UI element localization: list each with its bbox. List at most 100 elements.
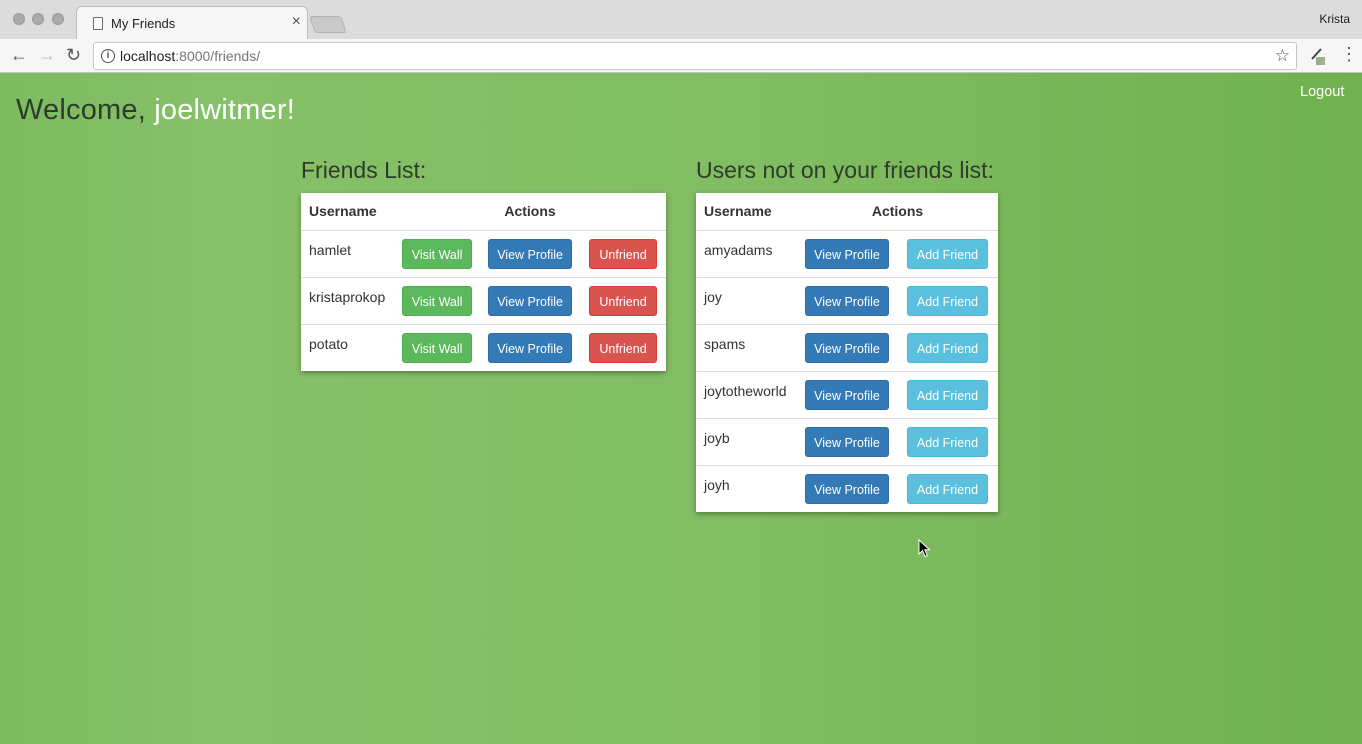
view-profile-button[interactable]: View Profile: [805, 285, 889, 316]
page-content: Logout Welcome, joelwitmer! Friends List…: [0, 73, 1362, 744]
user-username: spams: [704, 335, 746, 352]
address-bar[interactable]: i localhost:8000/friends/ ☆: [93, 42, 1297, 70]
non-friend-row: joyh View Profile Add Friend: [696, 464, 998, 512]
add-friend-button[interactable]: Add Friend: [907, 473, 988, 504]
friend-username: hamlet: [309, 241, 352, 258]
close-tab-icon[interactable]: ×: [292, 13, 301, 31]
browser-toolbar: ← → ↻ i localhost:8000/friends/ ☆ ⋮: [0, 39, 1362, 73]
view-profile-button[interactable]: View Profile: [805, 332, 889, 363]
welcome-username: joelwitmer!: [154, 94, 296, 126]
user-username-cell: joytotheworld: [696, 370, 797, 418]
visit-wall-cell: Visit Wall: [394, 229, 481, 277]
non-friend-row: joytotheworld View Profile Add Friend: [696, 370, 998, 418]
extension-icon[interactable]: [1310, 47, 1326, 65]
visit-wall-cell: Visit Wall: [394, 276, 481, 324]
column-header-username: Username: [301, 193, 395, 231]
new-tab-button[interactable]: [309, 16, 347, 33]
browser-tab[interactable]: My Friends ×: [76, 6, 308, 40]
add-friend-cell: Add Friend: [897, 229, 998, 277]
unfriend-cell: Unfriend: [580, 276, 666, 324]
user-username: amyadams: [704, 241, 773, 258]
user-username-cell: amyadams: [696, 229, 797, 277]
back-arrow-icon[interactable]: ←: [10, 44, 28, 66]
reload-icon[interactable]: ↻: [66, 44, 81, 66]
browser-menu-icon[interactable]: ⋮: [1340, 43, 1358, 65]
view-profile-button[interactable]: View Profile: [805, 379, 889, 410]
unfriend-button[interactable]: Unfriend: [589, 285, 658, 316]
unfriend-button[interactable]: Unfriend: [589, 332, 658, 363]
add-friend-cell: Add Friend: [897, 417, 998, 465]
visit-wall-button[interactable]: Visit Wall: [402, 238, 473, 269]
view-profile-button[interactable]: View Profile: [805, 426, 889, 457]
bookmark-star-icon[interactable]: ☆: [1275, 46, 1290, 66]
add-friend-cell: Add Friend: [897, 464, 998, 512]
friend-username-cell: potato: [301, 323, 395, 371]
unfriend-button[interactable]: Unfriend: [589, 238, 658, 269]
non-friend-row: joyb View Profile Add Friend: [696, 417, 998, 465]
friends-table-body: hamlet Visit Wall View Profile Unfriend kris…: [301, 229, 666, 371]
view-profile-button[interactable]: View Profile: [488, 285, 573, 316]
browser-titlebar: My Friends × Krista: [0, 0, 1362, 40]
view-profile-cell: View Profile: [797, 229, 897, 277]
user-username: joyh: [704, 476, 730, 493]
column-header-actions: Actions: [797, 193, 998, 231]
user-username: joyb: [704, 429, 730, 446]
profile-name[interactable]: Krista: [1319, 12, 1350, 26]
friend-username-cell: kristaprokop: [301, 276, 395, 324]
non-friends-table: Username Actions amyadams View Profile Add…: [696, 193, 998, 512]
view-profile-cell: View Profile: [797, 370, 897, 418]
view-profile-cell: View Profile: [480, 276, 581, 324]
close-window-button[interactable]: [13, 13, 25, 25]
welcome-heading: Welcome, joelwitmer!: [16, 94, 295, 127]
friends-table-header: Username Actions: [301, 193, 666, 231]
info-icon[interactable]: i: [101, 49, 115, 63]
user-username-cell: joy: [696, 276, 797, 324]
view-profile-button[interactable]: View Profile: [805, 473, 889, 504]
friend-row: kristaprokop Visit Wall View Profile Unfrie…: [301, 276, 666, 324]
friend-row: hamlet Visit Wall View Profile Unfriend: [301, 229, 666, 277]
document-icon: [93, 17, 103, 30]
tab-title: My Friends: [111, 16, 176, 31]
view-profile-cell: View Profile: [480, 229, 581, 277]
welcome-prefix: Welcome,: [16, 94, 155, 126]
user-username-cell: joyb: [696, 417, 797, 465]
non-friends-table-panel: Username Actions amyadams View Profile Add…: [696, 193, 998, 512]
view-profile-cell: View Profile: [480, 323, 581, 371]
add-friend-button[interactable]: Add Friend: [907, 238, 988, 269]
user-username-cell: joyh: [696, 464, 797, 512]
mouse-cursor-icon: [918, 539, 931, 558]
minimize-window-button[interactable]: [32, 13, 44, 25]
unfriend-cell: Unfriend: [580, 229, 666, 277]
friend-username-cell: hamlet: [301, 229, 395, 277]
friends-list-title: Friends List:: [301, 157, 427, 183]
logout-link[interactable]: Logout: [1300, 84, 1344, 100]
visit-wall-button[interactable]: Visit Wall: [402, 332, 473, 363]
add-friend-button[interactable]: Add Friend: [907, 426, 988, 457]
add-friend-button[interactable]: Add Friend: [907, 285, 988, 316]
view-profile-button[interactable]: View Profile: [805, 238, 889, 269]
view-profile-cell: View Profile: [797, 323, 897, 371]
add-friend-button[interactable]: Add Friend: [907, 379, 988, 410]
visit-wall-cell: Visit Wall: [394, 323, 481, 371]
user-username: joytotheworld: [704, 382, 787, 399]
non-friends-table-body: amyadams View Profile Add Friend joy View Pr…: [696, 229, 998, 512]
non-friend-row: joy View Profile Add Friend: [696, 276, 998, 324]
non-friend-row: spams View Profile Add Friend: [696, 323, 998, 371]
zoom-window-button[interactable]: [52, 13, 64, 25]
url-text[interactable]: localhost:8000/friends/: [120, 48, 260, 64]
unfriend-cell: Unfriend: [580, 323, 666, 371]
user-username: joy: [704, 288, 722, 305]
view-profile-button[interactable]: View Profile: [488, 238, 573, 269]
friends-table-panel: Username Actions hamlet Visit Wall View Pr…: [301, 193, 666, 371]
add-friend-button[interactable]: Add Friend: [907, 332, 988, 363]
view-profile-button[interactable]: View Profile: [488, 332, 573, 363]
friends-table: Username Actions hamlet Visit Wall View Pr…: [301, 193, 666, 371]
column-header-actions: Actions: [394, 193, 666, 231]
add-friend-cell: Add Friend: [897, 323, 998, 371]
user-username-cell: spams: [696, 323, 797, 371]
url-path: :8000/friends/: [175, 48, 261, 64]
column-header-username: Username: [696, 193, 797, 231]
visit-wall-button[interactable]: Visit Wall: [402, 285, 473, 316]
forward-arrow-icon[interactable]: →: [38, 44, 56, 66]
non-friends-table-header: Username Actions: [696, 193, 998, 231]
